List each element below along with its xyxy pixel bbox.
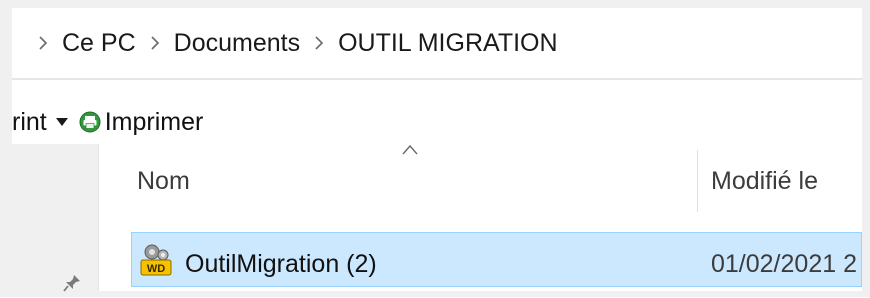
navigation-pane-border	[98, 144, 99, 291]
chevron-right-icon[interactable]	[314, 35, 324, 51]
breadcrumb: Ce PC Documents OUTIL MIGRATION	[12, 8, 558, 78]
window-frame-right	[862, 0, 870, 297]
pin-icon[interactable]	[62, 273, 82, 298]
svg-text:WD: WD	[147, 263, 165, 275]
address-divider	[12, 78, 862, 80]
dropdown-arrow-icon[interactable]	[55, 117, 69, 127]
window-frame-left	[0, 0, 12, 297]
window-frame-top	[0, 0, 870, 8]
breadcrumb-item-documents[interactable]: Documents	[174, 29, 300, 58]
toolbar-partial-command[interactable]: rint	[12, 108, 47, 137]
chevron-right-icon[interactable]	[38, 35, 48, 51]
column-header-name-label[interactable]: Nom	[137, 167, 190, 196]
breadcrumb-item-ce-pc[interactable]: Ce PC	[62, 29, 136, 58]
navigation-pane	[12, 144, 98, 291]
column-header-modified-label[interactable]: Modifié le	[711, 167, 818, 196]
sort-ascending-icon	[402, 143, 418, 161]
print-button[interactable]: Imprimer	[105, 108, 204, 137]
breadcrumb-item-outil-migration[interactable]: OUTIL MIGRATION	[338, 29, 557, 58]
chevron-right-icon[interactable]	[150, 35, 160, 51]
command-toolbar: rint Imprimer	[12, 100, 862, 144]
print-icon[interactable]	[79, 111, 101, 133]
windev-app-icon[interactable]: WD	[138, 242, 174, 283]
file-modified-date: 01/02/2021 2	[711, 250, 857, 278]
window-frame-bottom	[0, 291, 870, 297]
file-name[interactable]: OutilMigration (2)	[185, 250, 377, 279]
column-separator[interactable]	[697, 150, 698, 212]
address-bar[interactable]: Ce PC Documents OUTIL MIGRATION	[12, 8, 862, 78]
